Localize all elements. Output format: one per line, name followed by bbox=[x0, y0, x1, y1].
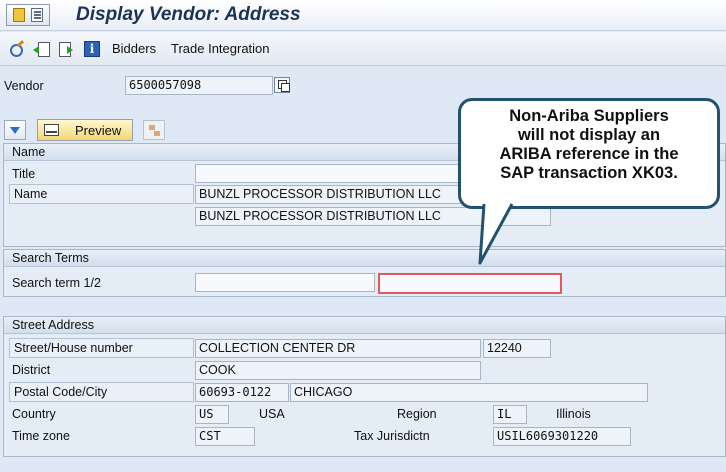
callout-pointer bbox=[478, 203, 514, 265]
tax-jurisdiction-label: Tax Jurisdictn bbox=[354, 429, 430, 443]
annotation-callout: Non-Ariba Suppliers will not display an … bbox=[458, 98, 720, 209]
district-label: District bbox=[12, 363, 51, 377]
city-field[interactable]: CHICAGO bbox=[290, 383, 648, 402]
display-change-icon[interactable] bbox=[9, 41, 25, 57]
preview-button[interactable]: Preview bbox=[37, 119, 133, 141]
callout-line-4: SAP transaction XK03. bbox=[500, 164, 678, 182]
house-number-field[interactable]: 12240 bbox=[483, 339, 551, 358]
country-name: USA bbox=[259, 407, 285, 421]
callout-line-1: Non-Ariba Suppliers bbox=[509, 107, 669, 125]
title-label: Title bbox=[12, 167, 36, 181]
printer-icon bbox=[44, 124, 59, 136]
info-icon[interactable]: i bbox=[84, 41, 100, 57]
region-code-field[interactable]: IL bbox=[493, 405, 527, 424]
search-terms-header: Search Terms bbox=[4, 250, 725, 267]
street-label: Street/House number bbox=[14, 341, 133, 355]
search-term-label: Search term 1/2 bbox=[12, 276, 101, 290]
document-icon bbox=[31, 8, 43, 22]
app-menu-icon[interactable] bbox=[6, 4, 50, 26]
title-bar: Display Vendor: Address bbox=[0, 0, 726, 31]
bidders-button[interactable]: Bidders bbox=[112, 41, 156, 56]
main-area: Vendor 6500057098 Preview Name Title Nam… bbox=[0, 67, 726, 472]
application-toolbar: i Bidders Trade Integration bbox=[0, 32, 726, 66]
hierarchy-icon[interactable] bbox=[143, 120, 165, 140]
region-name: Illinois bbox=[556, 407, 591, 421]
expand-icon[interactable] bbox=[4, 120, 26, 140]
country-code-field[interactable]: US bbox=[195, 405, 229, 424]
search-term1-field[interactable] bbox=[195, 273, 375, 292]
title-field[interactable] bbox=[195, 164, 475, 183]
region-label: Region bbox=[397, 407, 437, 421]
vendor-label: Vendor bbox=[4, 79, 44, 93]
street-label-cell: Street/House number bbox=[9, 338, 194, 358]
search-term2-field[interactable] bbox=[378, 273, 562, 294]
vendor-field[interactable]: 6500057098 bbox=[125, 76, 273, 95]
name-label: Name bbox=[14, 187, 48, 201]
timezone-label: Time zone bbox=[12, 429, 70, 443]
postal-label-cell: Postal Code/City bbox=[9, 382, 194, 402]
copy-icon[interactable] bbox=[274, 77, 290, 93]
trade-integration-button[interactable]: Trade Integration bbox=[171, 41, 270, 56]
preview-label: Preview bbox=[75, 123, 122, 138]
street-address-header: Street Address bbox=[4, 317, 725, 334]
callout-line-2: will not display an bbox=[517, 126, 661, 144]
name-label-cell: Name bbox=[9, 184, 194, 204]
district-field[interactable]: COOK bbox=[195, 361, 481, 380]
tax-jurisdiction-field[interactable]: USIL6069301220 bbox=[493, 427, 631, 446]
country-label: Country bbox=[12, 407, 56, 421]
folder-icon bbox=[13, 8, 25, 22]
street-field[interactable]: COLLECTION CENTER DR bbox=[195, 339, 481, 358]
timezone-field[interactable]: CST bbox=[195, 427, 255, 446]
callout-text: Non-Ariba Suppliers will not display an … bbox=[461, 107, 717, 183]
postal-code-field[interactable]: 60693-0122 bbox=[195, 383, 289, 402]
next-icon[interactable] bbox=[58, 41, 74, 57]
page-title: Display Vendor: Address bbox=[76, 4, 301, 25]
callout-line-3: ARIBA reference in the bbox=[499, 145, 679, 163]
previous-icon[interactable] bbox=[33, 41, 50, 57]
postal-city-label: Postal Code/City bbox=[14, 385, 108, 399]
